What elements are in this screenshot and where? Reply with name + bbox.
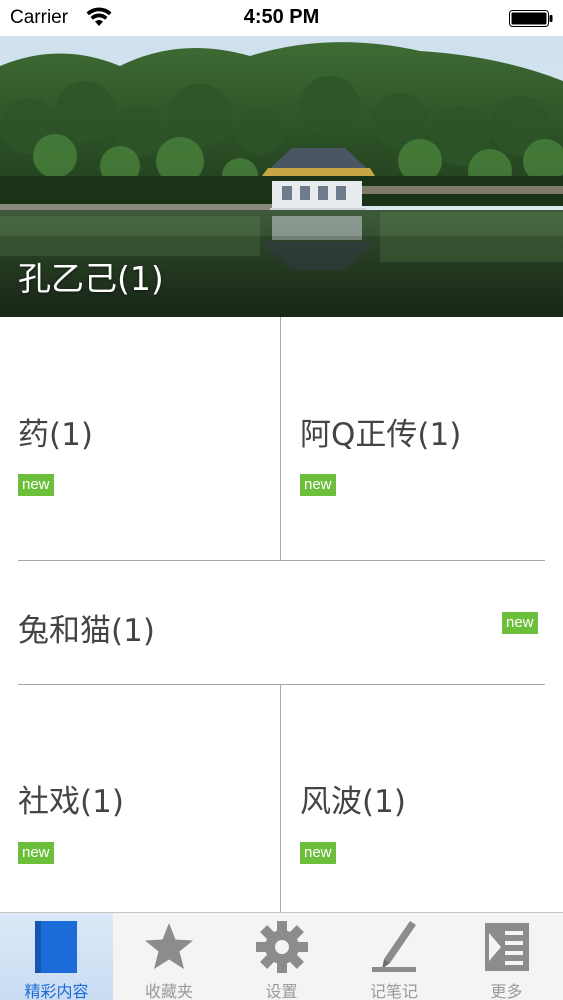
- tab-label: 收藏夹: [144, 982, 193, 1000]
- tab-settings[interactable]: 设置: [225, 913, 338, 1000]
- list-item-village-opera[interactable]: 社戏(1) new: [0, 685, 280, 912]
- tab-bar: 精彩内容 收藏夹 设置 记笔记 更多: [0, 912, 563, 1000]
- item-title: 兔和猫(1): [18, 613, 155, 649]
- hero-banner[interactable]: 孔乙己(1): [0, 36, 563, 317]
- tab-favorites[interactable]: 收藏夹: [113, 913, 225, 1000]
- pen-icon: [372, 921, 416, 972]
- tab-label: 精彩内容: [24, 982, 89, 1000]
- battery-icon: [509, 10, 553, 27]
- tab-featured[interactable]: 精彩内容: [0, 913, 113, 1000]
- divider: [280, 317, 281, 560]
- new-badge: new: [300, 474, 336, 496]
- tab-label: 记笔记: [369, 982, 418, 1000]
- divider: [280, 685, 281, 912]
- item-title: 药(1): [18, 417, 93, 453]
- list-item-rabbit-cat[interactable]: 兔和猫(1) new: [0, 561, 563, 684]
- list-item-yao[interactable]: 药(1) new: [0, 317, 280, 560]
- new-badge: new: [18, 842, 54, 864]
- item-title: 阿Q正传(1): [300, 417, 462, 453]
- gear-icon: [255, 921, 308, 973]
- item-title: 社戏(1): [18, 784, 124, 820]
- book-icon: [34, 921, 77, 973]
- star-icon: [145, 923, 193, 969]
- item-title: 风波(1): [300, 784, 406, 820]
- more-icon: [484, 923, 529, 971]
- tab-more[interactable]: 更多: [450, 913, 563, 1000]
- new-badge: new: [300, 842, 336, 864]
- list-item-ah-q[interactable]: 阿Q正传(1) new: [282, 317, 563, 560]
- list-item-storm[interactable]: 风波(1) new: [282, 685, 563, 912]
- clock: 4:50 PM: [243, 6, 320, 28]
- hero-title: 孔乙己(1): [18, 259, 164, 298]
- tab-label: 设置: [265, 982, 298, 1000]
- tab-label: 更多: [490, 982, 523, 1000]
- tab-notes[interactable]: 记笔记: [338, 913, 450, 1000]
- new-badge: new: [18, 474, 54, 496]
- status-bar: Carrier 4:50 PM: [0, 0, 563, 36]
- new-badge: new: [502, 612, 538, 634]
